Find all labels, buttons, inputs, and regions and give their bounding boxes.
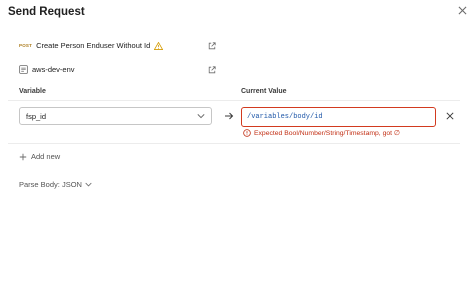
parse-body-label: Parse Body: JSON [19, 180, 82, 189]
current-value-text: /variables/body/id [247, 113, 323, 121]
close-dialog-button[interactable] [455, 3, 469, 17]
external-link-icon [208, 66, 216, 74]
open-request-link[interactable] [207, 41, 217, 51]
current-value-column-header: Current Value [241, 88, 287, 95]
external-link-icon [208, 42, 216, 50]
header-divider [8, 100, 460, 101]
dialog-title: Send Request [8, 6, 85, 18]
request-info: POST Create Person Enduser Without Id [19, 41, 164, 50]
environment-icon [19, 65, 28, 74]
add-new-button[interactable]: Add new [19, 152, 60, 161]
open-environment-link[interactable] [207, 65, 217, 75]
variable-select[interactable]: fsp_id [19, 107, 212, 125]
arrow-right-icon [224, 111, 234, 121]
validation-error: Expected Bool/Number/String/Timestamp, g… [243, 129, 400, 137]
variable-column-header: Variable [19, 88, 46, 95]
plus-icon [19, 153, 27, 161]
error-icon [243, 129, 251, 137]
chevron-down-icon [197, 113, 205, 119]
parse-body-dropdown[interactable]: Parse Body: JSON [19, 180, 92, 189]
close-icon [458, 6, 466, 14]
environment-name: aws-dev-env [32, 65, 75, 74]
validation-error-text: Expected Bool/Number/String/Timestamp, g… [254, 130, 400, 137]
request-name: Create Person Enduser Without Id [36, 41, 151, 50]
row-divider [8, 143, 460, 144]
current-value-input[interactable]: /variables/body/id [241, 107, 436, 127]
method-badge: POST [19, 43, 33, 48]
add-new-label: Add new [31, 152, 61, 161]
close-icon [446, 112, 454, 120]
warning-icon [154, 41, 164, 50]
remove-variable-button[interactable] [444, 110, 456, 122]
variable-select-value: fsp_id [26, 111, 47, 121]
chevron-down-icon [85, 182, 92, 187]
environment-info: aws-dev-env [19, 65, 75, 74]
